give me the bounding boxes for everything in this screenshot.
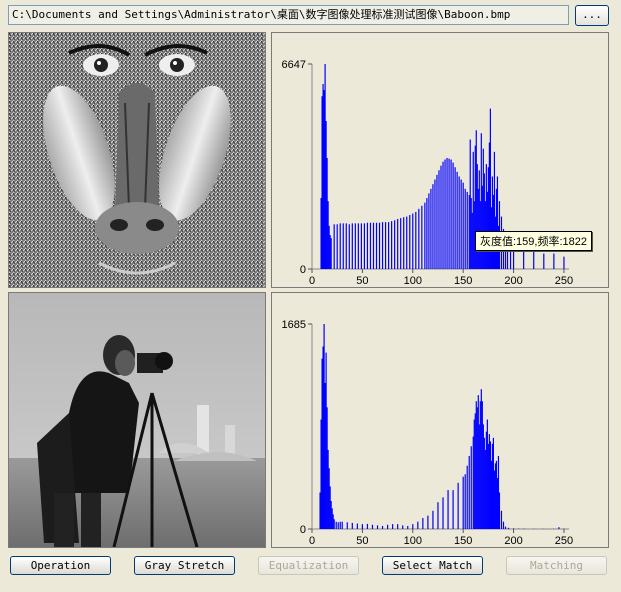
baboon-picture [9, 33, 265, 287]
x-tick-label: 250 [555, 535, 573, 547]
x-tick-label: 150 [454, 535, 472, 547]
file-path-field[interactable]: C:\Documents and Settings\Administrator\… [8, 5, 569, 25]
x-tick-label: 0 [309, 275, 315, 287]
equalization-button[interactable]: Equalization [258, 556, 359, 575]
baboon-histogram-panel: 0 50 100 150 200 250 0 6647 灰度值:159,频率:1822 [271, 32, 609, 288]
cameraman-histogram: 0 50 100 150 200 250 0 1685 [282, 319, 574, 547]
cameraman-picture [9, 293, 265, 547]
baboon-image [8, 32, 266, 288]
histogram-tooltip: 灰度值:159,频率:1822 [475, 231, 592, 251]
x-tick-label: 100 [404, 535, 422, 547]
x-tick-label: 200 [504, 535, 522, 547]
browse-button[interactable]: ... [575, 5, 609, 26]
x-tick-label: 100 [404, 275, 422, 287]
operation-button[interactable]: Operation [10, 556, 111, 575]
cameraman-image [8, 292, 266, 548]
y-tick-label: 0 [300, 264, 306, 276]
x-tick-label: 250 [555, 275, 573, 287]
matching-button[interactable]: Matching [506, 556, 607, 575]
gray-stretch-button[interactable]: Gray Stretch [134, 556, 235, 575]
x-tick-label: 150 [454, 275, 472, 287]
y-tick-label: 6647 [282, 59, 306, 71]
y-tick-label: 0 [300, 524, 306, 536]
x-tick-label: 50 [356, 275, 368, 287]
cameraman-histogram-panel: 0 50 100 150 200 250 0 1685 [271, 292, 609, 548]
x-tick-label: 0 [309, 535, 315, 547]
y-tick-label: 1685 [282, 319, 306, 331]
select-match-button[interactable]: Select Match [382, 556, 483, 575]
x-tick-label: 200 [504, 275, 522, 287]
x-tick-label: 50 [356, 535, 368, 547]
